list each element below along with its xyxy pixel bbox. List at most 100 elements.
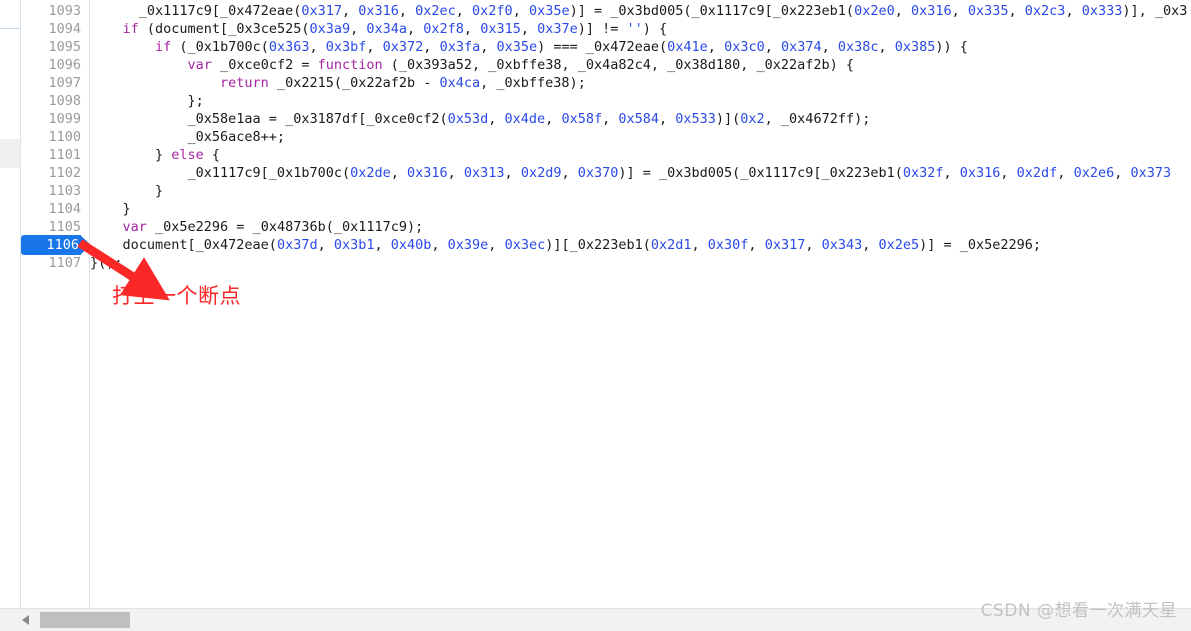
code-line[interactable]: var _0xce0cf2 = function (_0x393a52, _0x… bbox=[90, 56, 855, 74]
code-token-plain: , bbox=[390, 165, 407, 181]
editor-left-strip[interactable] bbox=[0, 0, 20, 608]
code-token-plain: , bbox=[520, 21, 538, 37]
scrollbar-thumb[interactable] bbox=[40, 612, 130, 628]
code-token-plain: , bbox=[463, 21, 481, 37]
code-token-plain: )] = _0x3bd005(_0x1117c9[_0x223eb1( bbox=[569, 3, 855, 19]
left-strip-highlight-block bbox=[0, 139, 20, 168]
code-token-plain: } bbox=[90, 147, 172, 163]
code-line[interactable]: if (document[_0x3ce525(0x3a9, 0x34a, 0x2… bbox=[90, 20, 668, 38]
code-token-num: 0x2e6 bbox=[1073, 165, 1115, 181]
code-token-plain: , bbox=[374, 237, 391, 253]
code-line[interactable]: } bbox=[90, 200, 131, 218]
code-line[interactable]: _0x56ace8++; bbox=[90, 128, 286, 146]
code-token-kw: if bbox=[155, 39, 172, 55]
code-token-num: 0x35e bbox=[496, 39, 538, 55]
code-token-plain: , bbox=[545, 111, 562, 127]
code-token-num: 0x370 bbox=[577, 165, 619, 181]
code-token-num: 0x37d bbox=[276, 237, 318, 253]
code-line[interactable]: document[_0x472eae(0x37d, 0x3b1, 0x40b, … bbox=[90, 236, 1042, 254]
code-token-plain: , bbox=[350, 21, 367, 37]
code-token-num: 0x2de bbox=[350, 165, 391, 181]
line-number: 1100 bbox=[48, 129, 81, 145]
code-token-num: 0x40b bbox=[390, 237, 432, 253]
line-number: 1095 bbox=[48, 39, 81, 55]
code-token-plain: } bbox=[90, 201, 131, 217]
code-token-kw: var bbox=[122, 219, 147, 235]
code-token-num: 0x34a bbox=[366, 21, 408, 37]
code-token-num: 0x2df bbox=[1016, 165, 1058, 181]
code-token-num: 0x2e5 bbox=[878, 237, 920, 253]
code-token-num: 0x2d1 bbox=[650, 237, 692, 253]
code-token-num: 0x3a9 bbox=[309, 21, 351, 37]
code-token-num: 0x3b1 bbox=[333, 237, 375, 253]
code-token-num: 0x333 bbox=[1081, 3, 1123, 19]
code-line[interactable]: _0x1117c9[_0x472eae(0x317, 0x316, 0x2ec,… bbox=[90, 2, 1188, 20]
line-number: 1094 bbox=[48, 21, 81, 37]
code-token-num: 0x3c0 bbox=[724, 39, 765, 55]
code-editor-viewport[interactable]: 1093 1094 1095 1096 1097 1098 1099 1100 1101 1102… bbox=[0, 0, 1191, 608]
code-token-plain: } bbox=[90, 183, 164, 199]
code-line[interactable]: } else { bbox=[90, 146, 220, 164]
line-number: 1099 bbox=[48, 111, 81, 127]
breakpoint-marker[interactable]: 1106 bbox=[0, 235, 91, 255]
code-token-plain: , bbox=[480, 39, 497, 55]
code-token-plain: ) { bbox=[642, 21, 668, 37]
code-line[interactable]: } bbox=[90, 182, 163, 200]
code-token-num: 0x363 bbox=[268, 39, 310, 55]
code-token-num: 0x316 bbox=[358, 3, 399, 19]
code-token-plain: , bbox=[431, 237, 448, 253]
code-token-plain: , bbox=[805, 237, 822, 253]
code-line[interactable]: if (_0x1b700c(0x363, 0x3bf, 0x372, 0x3fa… bbox=[90, 38, 968, 56]
code-token-num: 0x533 bbox=[675, 111, 716, 127]
code-token-plain: , bbox=[309, 39, 326, 55]
code-token-num: 0x32f bbox=[902, 165, 944, 181]
code-line[interactable]: var _0x5e2296 = _0x48736b(_0x1117c9); bbox=[90, 218, 424, 236]
scroll-left-arrow-icon[interactable] bbox=[18, 612, 34, 628]
code-token-plain: _0x1117c9[_0x1b700c( bbox=[90, 165, 351, 181]
line-number: 1097 bbox=[48, 75, 81, 91]
code-token-plain: , bbox=[691, 237, 708, 253]
code-token-plain: )], _0x3 bbox=[1122, 3, 1188, 19]
code-line[interactable]: _0x58e1aa = _0x3187df[_0xce0cf2(0x53d, 0… bbox=[90, 110, 871, 128]
code-token-num: 0x41e bbox=[667, 39, 708, 55]
code-token-num: 0x316 bbox=[959, 165, 1001, 181]
code-token-num: 0x315 bbox=[480, 21, 521, 37]
code-token-num: 0x2d9 bbox=[520, 165, 562, 181]
code-content-area[interactable]: _0x1117c9[_0x472eae(0x317, 0x316, 0x2ec,… bbox=[90, 0, 1191, 608]
code-token-plain: , bbox=[423, 39, 440, 55]
code-token-num: 0x30f bbox=[707, 237, 749, 253]
code-token-plain: , bbox=[407, 21, 424, 37]
code-token-plain: { bbox=[203, 147, 221, 163]
code-line[interactable]: }; bbox=[90, 92, 204, 110]
code-token-num: 0x37e bbox=[537, 21, 578, 37]
code-token-plain: , bbox=[504, 165, 521, 181]
code-line[interactable]: _0x1117c9[_0x1b700c(0x2de, 0x316, 0x313,… bbox=[90, 164, 1172, 182]
code-token-plain: _0x2215(_0x22af2b - bbox=[268, 75, 440, 91]
line-number: 1103 bbox=[48, 183, 81, 199]
code-token-num: 0x316 bbox=[910, 3, 952, 19]
code-token-kw: function bbox=[317, 57, 383, 73]
code-token-plain: _0x1117c9[_0x472eae( bbox=[90, 3, 302, 19]
code-token-num: 0x2c3 bbox=[1024, 3, 1066, 19]
code-token-plain: , bbox=[862, 237, 879, 253]
code-token-plain: , bbox=[447, 165, 464, 181]
code-line[interactable]: return _0x2215(_0x22af2b - 0x4ca, _0xbff… bbox=[90, 74, 586, 92]
line-number-gutter[interactable]: 1093 1094 1095 1096 1097 1098 1099 1100 1101 1102… bbox=[21, 0, 89, 608]
code-token-plain: , bbox=[821, 39, 838, 55]
code-token-plain: , bbox=[488, 237, 505, 253]
code-token-num: 0x2e0 bbox=[854, 3, 895, 19]
code-token-plain: , _0x4672ff); bbox=[764, 111, 871, 127]
code-token-plain: )] = _0x5e2296; bbox=[919, 237, 1042, 253]
code-token-plain: , bbox=[455, 3, 473, 19]
line-number: 1105 bbox=[48, 219, 81, 235]
code-token-plain: )) { bbox=[935, 39, 968, 55]
code-token-plain: , bbox=[512, 3, 529, 19]
line-number: 1107 bbox=[48, 255, 81, 271]
code-token-num: 0x316 bbox=[407, 165, 448, 181]
code-token-plain: , bbox=[1114, 165, 1131, 181]
code-token-kw: else bbox=[171, 147, 204, 163]
code-line[interactable]: }(); bbox=[90, 254, 123, 272]
code-token-plain: , bbox=[951, 3, 968, 19]
